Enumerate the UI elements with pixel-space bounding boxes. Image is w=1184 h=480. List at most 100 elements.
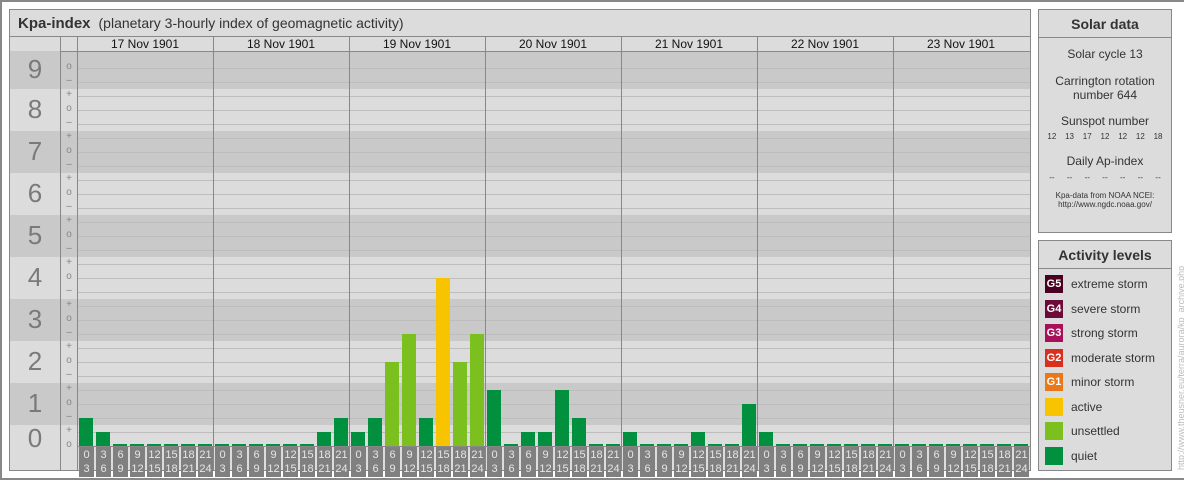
kp-bar xyxy=(317,432,331,446)
kp-bar xyxy=(351,432,365,446)
time-slot-hour: 18 xyxy=(726,449,739,461)
time-slot-hour: 15 xyxy=(437,449,450,461)
time-slot-label: 9 12 xyxy=(130,447,145,477)
kp-level-label: 9 xyxy=(27,54,43,84)
time-slot-label: 18 21 xyxy=(317,447,332,477)
sub-level-mark: – xyxy=(66,411,72,422)
grid-line xyxy=(77,278,1030,279)
sunspot-value: 12 xyxy=(1047,132,1057,141)
divider xyxy=(60,37,61,470)
kp-level-label: 4 xyxy=(27,262,43,292)
time-slot-label: 12 15 xyxy=(963,447,978,477)
time-slot-label: 12 15 xyxy=(419,447,434,477)
time-slot-hour: 24 xyxy=(335,463,348,475)
grid-line xyxy=(77,180,1030,181)
time-slot-hour: 12 xyxy=(811,463,824,475)
day-date-label: 20 Nov 1901 xyxy=(518,37,588,51)
time-slot-hour: 12 xyxy=(828,449,841,461)
time-slot-label: 03 xyxy=(351,447,366,477)
time-slot-label: 03 xyxy=(623,447,638,477)
ap-value: -- xyxy=(1084,173,1090,182)
time-slot-hour: 18 xyxy=(301,463,314,475)
time-slot-hour: 21 xyxy=(1015,449,1028,461)
kp-level-label: 7 xyxy=(27,136,43,166)
source-line1: Kpa-data from NOAA NCEI: xyxy=(1055,191,1155,200)
grid-line xyxy=(77,390,1030,391)
activity-level-swatch: G4 xyxy=(1045,299,1063,318)
time-slot-hour: 3 xyxy=(899,463,906,475)
time-slot-hour: 24 xyxy=(1015,463,1028,475)
sub-level-mark: – xyxy=(66,201,72,212)
sub-level-mark: o xyxy=(66,271,72,282)
time-slot-hour: 21 xyxy=(199,449,212,461)
day-divider xyxy=(621,37,622,470)
activity-level-item: quiet xyxy=(1039,444,1171,469)
time-slot-hour: 18 xyxy=(998,449,1011,461)
source-link[interactable]: http://www.ngdc.noaa.gov/ xyxy=(1039,200,1171,209)
time-slot-hour: 6 xyxy=(100,463,107,475)
time-slot-hour: 12 xyxy=(692,449,705,461)
activity-level-item: G2 moderate storm xyxy=(1039,346,1171,371)
time-slot-hour: 9 xyxy=(542,449,549,461)
sub-level-mark: – xyxy=(66,369,72,380)
activity-level-item: unsettled xyxy=(1039,419,1171,444)
time-slot-hour: 12 xyxy=(420,449,433,461)
activity-levels-title: Activity levels xyxy=(1039,241,1171,269)
grid-line xyxy=(77,404,1030,405)
time-slot-hour: 18 xyxy=(573,463,586,475)
time-slot-hour: 9 xyxy=(933,463,940,475)
time-slot-hour: 15 xyxy=(845,449,858,461)
time-slot-hour: 3 xyxy=(236,449,243,461)
sunspot-value: 18 xyxy=(1153,132,1163,141)
time-slot-hour: 0 xyxy=(627,449,634,461)
grid-line xyxy=(77,166,1030,167)
time-slot-hour: 0 xyxy=(83,449,90,461)
kp-bar xyxy=(453,362,467,446)
time-slot-hour: 12 xyxy=(284,449,297,461)
time-slot-hour: 9 xyxy=(134,449,141,461)
kp-bar xyxy=(623,432,637,446)
time-slot-hour: 18 xyxy=(590,449,603,461)
time-slot-hour: 12 xyxy=(403,463,416,475)
time-slot-hour: 15 xyxy=(556,463,569,475)
time-slot-hour: 0 xyxy=(219,449,226,461)
time-slot-hour: 9 xyxy=(678,449,685,461)
time-slot-hour: 18 xyxy=(437,463,450,475)
carrington-line1: Carrington rotation xyxy=(1055,74,1155,88)
time-slot-label: 69 xyxy=(793,447,808,477)
time-slot-label: 18 21 xyxy=(725,447,740,477)
sub-level-mark: + xyxy=(66,215,72,226)
time-slot-hour: 0 xyxy=(355,449,362,461)
time-slot-hour: 15 xyxy=(165,449,178,461)
sub-level-mark: – xyxy=(66,327,72,338)
time-slot-label: 21 24 xyxy=(878,447,893,477)
chart-title: Kpa-index xyxy=(18,15,91,32)
grid-line xyxy=(77,82,1030,83)
time-slot-hour: 6 xyxy=(644,463,651,475)
day-date-label: 17 Nov 1901 xyxy=(110,37,180,51)
grid-line xyxy=(77,194,1030,195)
kp-bar xyxy=(538,432,552,446)
activity-level-item: G3 strong storm xyxy=(1039,321,1171,346)
grid-line xyxy=(77,418,1030,419)
time-slot-label: 21 24 xyxy=(334,447,349,477)
day-date-label: 23 Nov 1901 xyxy=(926,37,996,51)
time-slot-label: 03 xyxy=(759,447,774,477)
activity-level-swatch: G2 xyxy=(1045,348,1063,367)
time-slot-hour: 9 xyxy=(814,449,821,461)
time-slot-hour: 3 xyxy=(491,463,498,475)
time-slot-label: 12 15 xyxy=(555,447,570,477)
time-slot-hour: 15 xyxy=(148,463,161,475)
chart-header: Kpa-index (planetary 3-hourly index of ge… xyxy=(10,10,1030,37)
time-slot-label: 12 15 xyxy=(147,447,162,477)
kp-bar xyxy=(385,362,399,446)
divider xyxy=(77,37,78,470)
time-slot-hour: 9 xyxy=(389,463,396,475)
time-slot-hour: 3 xyxy=(627,463,634,475)
activity-level-swatch xyxy=(1045,397,1063,416)
time-slot-label: 15 18 xyxy=(300,447,315,477)
time-slot-hour: 12 xyxy=(964,449,977,461)
grid-line xyxy=(77,362,1030,363)
time-slot-hour: 24 xyxy=(743,463,756,475)
ap-value: -- xyxy=(1137,173,1144,182)
